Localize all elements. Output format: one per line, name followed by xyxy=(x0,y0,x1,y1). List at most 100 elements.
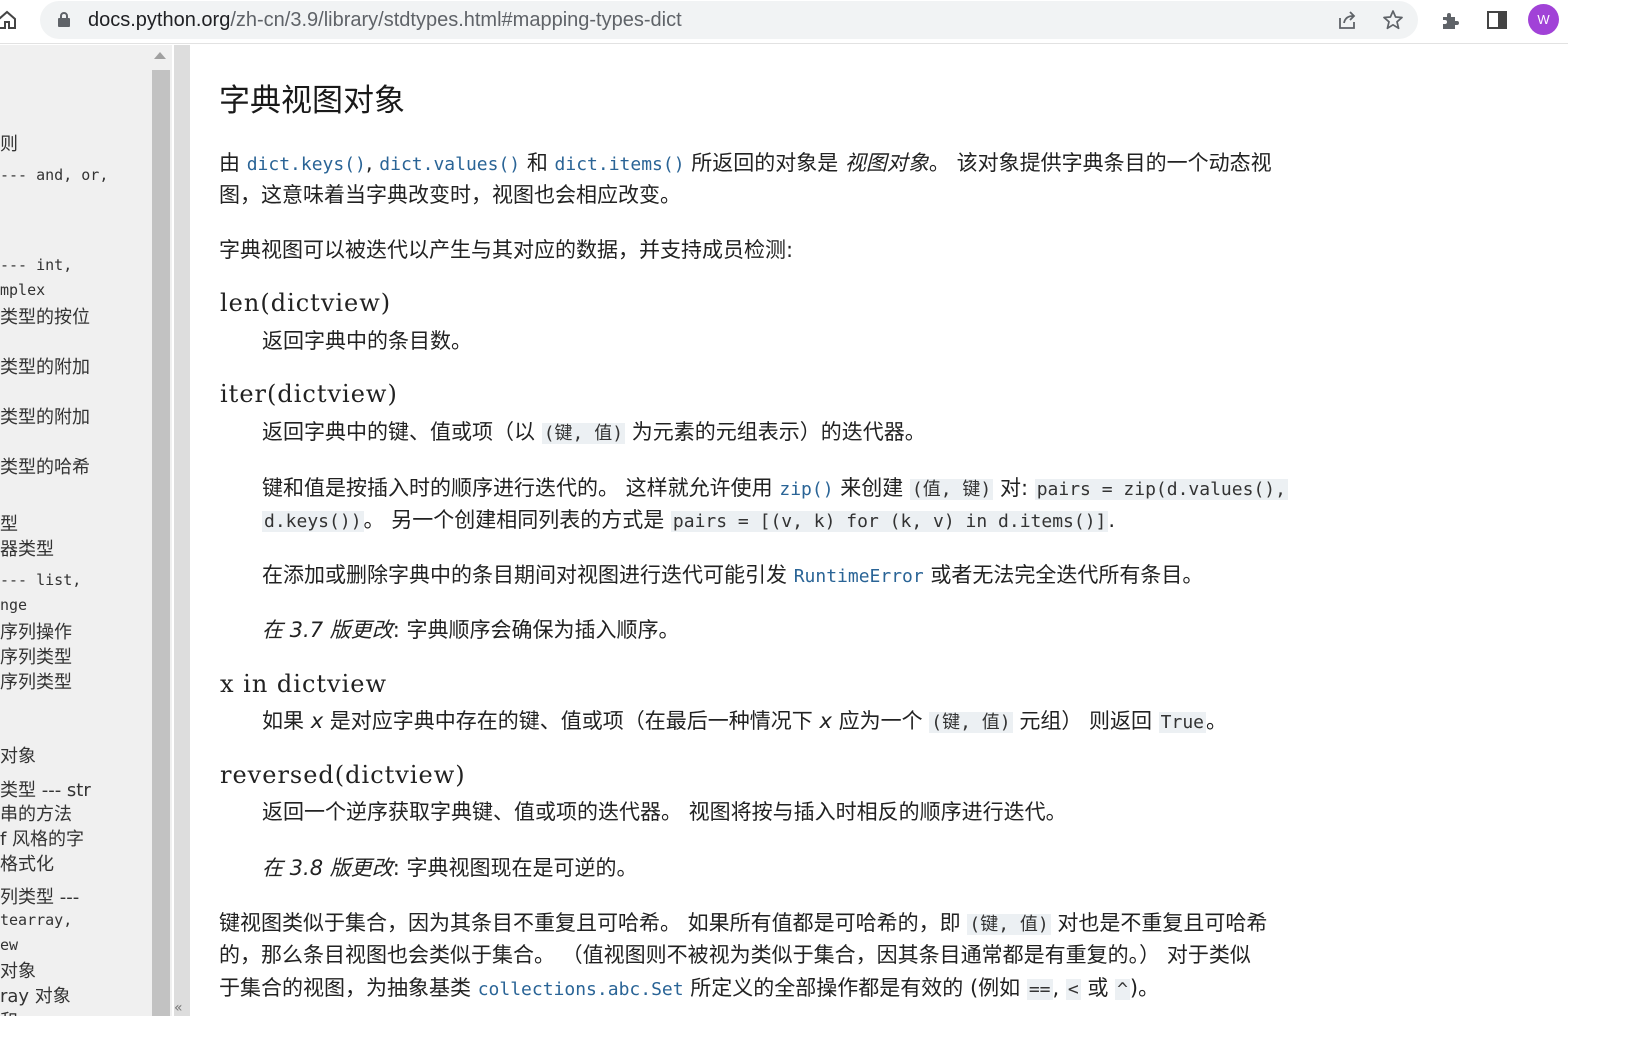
text: 键和值是按插入时的顺序进行迭代的。 这样就允许使用 xyxy=(262,476,780,500)
toc-item[interactable]: 器类型 xyxy=(0,535,54,561)
text: 。 另一个创建相同列表的方式是 xyxy=(363,508,671,532)
toc-item[interactable]: 序列类型 xyxy=(0,643,72,669)
text: 返回字典中的键、值或项（以 xyxy=(262,420,542,444)
text: 在添加或删除字典中的条目期间对视图进行迭代可能引发 xyxy=(262,563,794,587)
literal-lt: < xyxy=(1065,979,1081,1000)
text: , xyxy=(365,151,380,175)
side-panel-icon[interactable] xyxy=(1486,9,1508,31)
toc-sidebar: 则 --- and, or, --- int, mplex 类型的按位 类型的附… xyxy=(0,45,150,1016)
toc-item[interactable]: --- and, or, xyxy=(0,166,108,184)
toc-item[interactable]: tearray, xyxy=(0,911,72,929)
version-changed-38: 在 3.8 版更改: 字典视图现在是可逆的。 xyxy=(262,852,638,884)
toc-item[interactable]: 则 xyxy=(0,130,18,156)
toc-item[interactable]: 对象 xyxy=(0,957,36,983)
zip-link[interactable]: zip() xyxy=(779,476,833,500)
text: 和 xyxy=(520,151,555,175)
text: : 字典视图现在是可逆的。 xyxy=(392,856,638,880)
text: 或 xyxy=(1080,976,1116,1000)
literal-key-value: (键, 值) xyxy=(541,423,626,444)
text: 由 xyxy=(219,151,247,175)
address-bar[interactable]: docs.python.org/zh-cn/3.9/library/stdtyp… xyxy=(40,1,1418,39)
text: 是对应字典中存在的键、值或项（在最后一种情况下 xyxy=(323,709,820,733)
literal-xor: ^ xyxy=(1115,979,1130,1000)
toc-item[interactable]: 格式化 xyxy=(0,850,54,876)
code: dict.items() xyxy=(554,154,685,175)
in-description: 如果 x 是对应字典中存在的键、值或项（在最后一种情况下 x 应为一个 (键, … xyxy=(262,705,1227,739)
code: collections.abc.Set xyxy=(477,979,684,1000)
toc-item[interactable]: 类型的附加 xyxy=(0,353,90,379)
runtime-error-link[interactable]: RuntimeError xyxy=(794,563,924,587)
iter-description: 返回字典中的键、值或项（以 (键, 值) 为元素的元组表示）的迭代器。 xyxy=(262,416,926,450)
collapse-arrows-icon[interactable]: « xyxy=(174,1000,183,1016)
text: 所返回的对象是 xyxy=(684,151,845,175)
toc-item[interactable]: 序列类型 xyxy=(0,668,72,694)
text: 来创建 xyxy=(833,476,910,500)
toc-item[interactable]: 类型的按位 xyxy=(0,303,90,329)
iter-runtime-error-paragraph: 在添加或删除字典中的条目期间对视图进行迭代可能引发 RuntimeError 或… xyxy=(262,559,1203,593)
iter-order-paragraph: 键和值是按插入时的顺序进行迭代的。 这样就允许使用 zip() 来创建 (值, … xyxy=(262,472,1288,506)
toc-item[interactable]: 类型的哈希 xyxy=(0,453,90,479)
signature-in: x in dictview xyxy=(220,670,388,698)
url-host: docs.python.org xyxy=(88,9,231,31)
text: 对: xyxy=(993,476,1035,500)
toc-item[interactable]: 序列操作 xyxy=(0,618,72,644)
toc-item[interactable]: 串的方法 xyxy=(0,800,72,826)
dict-items-link[interactable]: dict.items() xyxy=(555,151,685,175)
setlike-paragraph-line2: 的，那么条目视图也会类似于集合。 （值视图则不被视为类似于集合，因其条目通常都是… xyxy=(219,943,1251,967)
extensions-icon[interactable] xyxy=(1440,9,1462,31)
toc-item[interactable]: f 风格的字 xyxy=(0,825,84,851)
literal-key-value: (键, 值) xyxy=(929,712,1013,733)
toc-item[interactable]: ray 对象 xyxy=(0,982,71,1008)
literal-pairs-comprehension: pairs = [(v, k) for (k, v) in d.items()] xyxy=(670,511,1109,532)
reversed-description: 返回一个逆序获取字典键、值或项的迭代器。 视图将按与插入时相反的顺序进行迭代。 xyxy=(262,800,1067,824)
text: 或者无法完全迭代所有条目。 xyxy=(923,563,1204,587)
literal-true: True xyxy=(1158,712,1207,733)
toc-item[interactable]: 列类型 --- xyxy=(0,883,79,909)
text: )。 xyxy=(1129,976,1160,1000)
toc-item[interactable]: 类型 --- str xyxy=(0,776,91,802)
toc-item[interactable]: --- list, xyxy=(0,571,81,589)
literal-value-key: (值, 键) xyxy=(909,479,994,500)
code: dict.values() xyxy=(379,154,521,175)
setlike-paragraph-line1: 键视图类似于集合，因为其条目不重复且可哈希。 如果所有值都是可哈希的，即 (键,… xyxy=(219,907,1267,941)
text: 键视图类似于集合，因为其条目不重复且可哈希。 如果所有值都是可哈希的，即 xyxy=(219,911,968,935)
toc-item[interactable]: --- int, xyxy=(0,256,72,274)
profile-avatar[interactable]: W xyxy=(1528,4,1559,35)
toc-item[interactable]: nge xyxy=(0,596,27,614)
text: : 字典顺序会确保为插入顺序。 xyxy=(392,618,680,642)
lock-icon[interactable] xyxy=(58,12,70,27)
share-icon[interactable] xyxy=(1336,9,1358,31)
sidebar-collapse-bar[interactable] xyxy=(174,45,190,1016)
signature-reversed: reversed(dictview) xyxy=(220,761,466,789)
literal-pairs-zip: pairs = zip(d.values(), xyxy=(1034,479,1288,500)
collections-abc-set-link[interactable]: collections.abc.Set xyxy=(478,976,684,1000)
text: 对也是不重复且可哈希 xyxy=(1050,911,1268,935)
scroll-up-arrow-icon[interactable] xyxy=(154,52,166,59)
browser-toolbar: docs.python.org/zh-cn/3.9/library/stdtyp… xyxy=(0,0,1568,44)
iteration-paragraph: 字典视图可以被迭代以产生与其对应的数据，并支持成员检测: xyxy=(219,238,794,262)
sidebar-scrollbar-thumb[interactable] xyxy=(152,70,170,1016)
url-text[interactable]: docs.python.org/zh-cn/3.9/library/stdtyp… xyxy=(88,9,682,32)
toc-item[interactable]: 和 xyxy=(0,1007,18,1016)
dict-keys-link[interactable]: dict.keys() xyxy=(247,151,366,175)
doc-content: 字典视图对象 由 dict.keys(), dict.values() 和 di… xyxy=(219,45,1568,1016)
home-icon[interactable] xyxy=(0,9,18,31)
text: 为元素的元组表示）的迭代器。 xyxy=(625,420,926,444)
text: 所定义的全部操作都是有效的 (例如 xyxy=(683,976,1027,1000)
toc-item[interactable]: 类型的附加 xyxy=(0,403,90,429)
var-x: x xyxy=(310,709,324,733)
version-changed-label: 在 3.8 版更改 xyxy=(262,856,393,880)
dict-values-link[interactable]: dict.values() xyxy=(379,151,520,175)
code: zip() xyxy=(779,479,834,500)
bookmark-star-icon[interactable] xyxy=(1382,9,1404,31)
toc-item[interactable]: 型 xyxy=(0,510,18,536)
text: 元组） 则返回 xyxy=(1012,709,1159,733)
text: 。 该对象提供字典条目的一个动态视 xyxy=(928,151,1272,175)
toc-item[interactable]: mplex xyxy=(0,281,45,299)
toc-item[interactable]: ew xyxy=(0,936,18,954)
iter-order-paragraph-line2: d.keys())。 另一个创建相同列表的方式是 pairs = [(v, k)… xyxy=(262,504,1115,538)
setlike-paragraph-line3: 于集合的视图，为抽象基类 collections.abc.Set 所定义的全部操… xyxy=(219,972,1159,1006)
toc-item[interactable]: 对象 xyxy=(0,742,36,768)
signature-len: len(dictview) xyxy=(220,289,392,317)
literal-d-keys: d.keys()) xyxy=(262,511,364,532)
